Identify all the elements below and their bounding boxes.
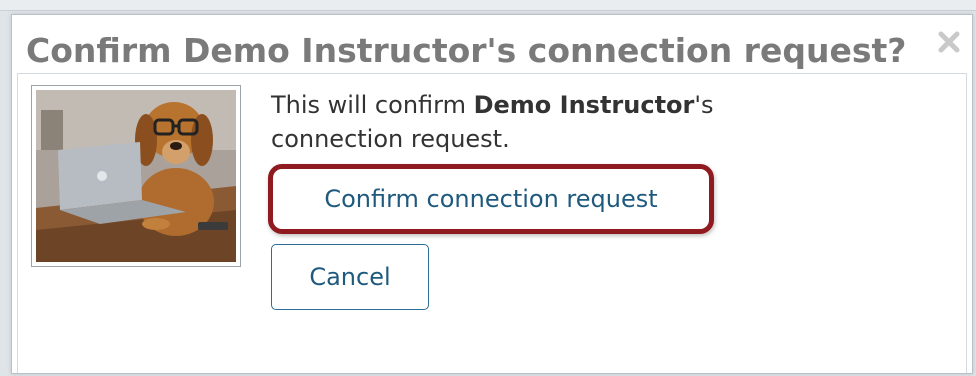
- close-button[interactable]: [932, 25, 966, 59]
- close-icon: [938, 31, 960, 53]
- background-strip: [0, 0, 976, 11]
- message-name: Demo Instructor: [473, 91, 695, 119]
- avatar: [31, 85, 241, 267]
- dialog-body: This will confirm Demo Instructor's conn…: [17, 73, 967, 373]
- message-prefix: This will confirm: [271, 91, 474, 119]
- confirmation-message: This will confirm Demo Instructor's conn…: [271, 88, 791, 156]
- cancel-button[interactable]: Cancel: [271, 244, 429, 310]
- avatar-image: [36, 90, 236, 262]
- confirm-connection-button[interactable]: Confirm connection request: [280, 174, 702, 224]
- dialog-title: Confirm Demo Instructor's connection req…: [26, 31, 907, 70]
- confirm-connection-dialog: Confirm Demo Instructor's connection req…: [11, 14, 973, 374]
